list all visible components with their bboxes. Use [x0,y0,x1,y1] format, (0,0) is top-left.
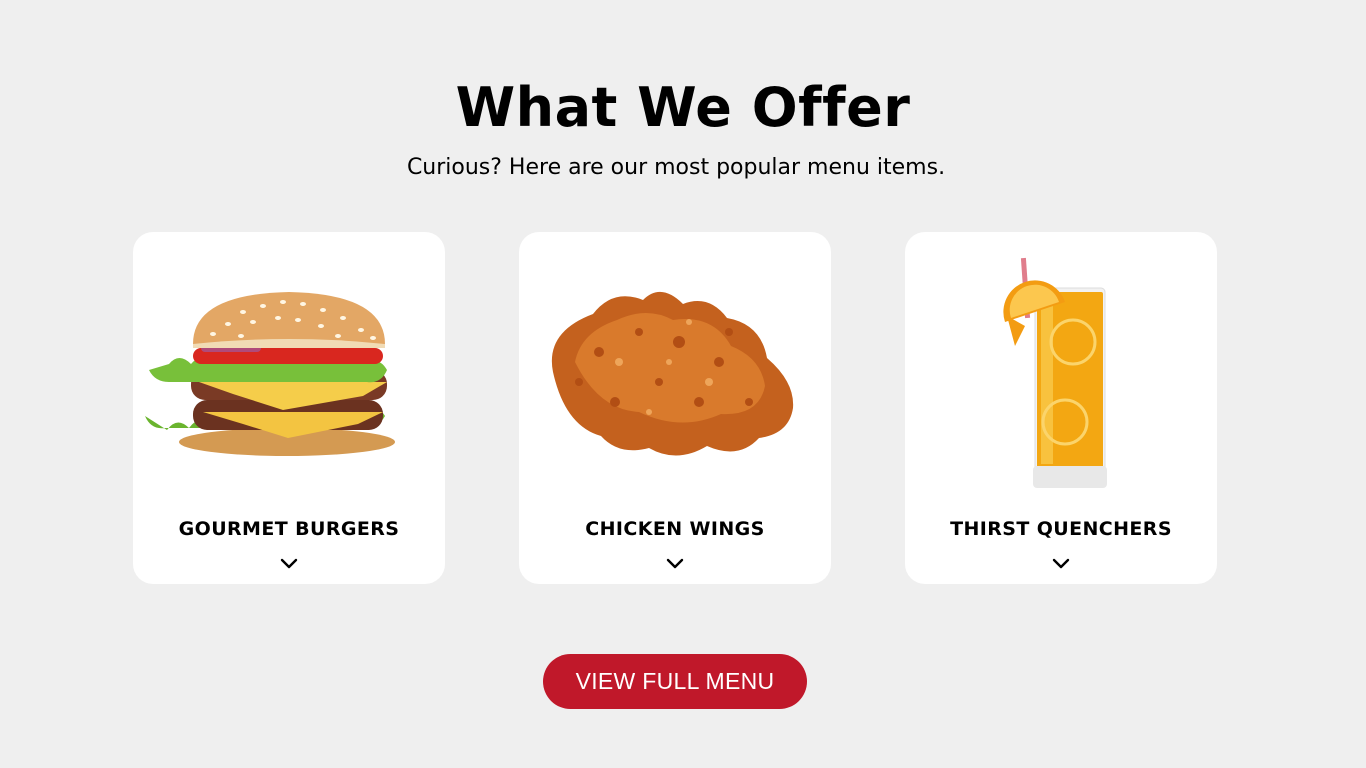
menu-card-drinks[interactable]: THIRST QUENCHERS [905,232,1217,584]
chevron-down-icon[interactable] [665,556,685,572]
card-title-burgers: GOURMET BURGERS [178,518,400,540]
fried-chicken-image [551,291,794,456]
burger-image [145,292,395,456]
view-full-menu-button[interactable]: VIEW FULL MENU [543,654,807,709]
card-title-wings: CHICKEN WINGS [585,518,765,540]
chevron-down-icon[interactable] [1051,556,1071,572]
orange-drink-image [1003,257,1107,488]
menu-card-wings[interactable]: CHICKEN WINGS [519,232,831,584]
chevron-down-icon[interactable] [279,556,299,572]
section-title: What We Offer [455,76,911,139]
section-subtitle: Curious? Here are our most popular menu … [406,155,946,180]
card-title-drinks: THIRST QUENCHERS [950,518,1172,540]
menu-card-burgers[interactable]: GOURMET BURGERS [133,232,445,584]
